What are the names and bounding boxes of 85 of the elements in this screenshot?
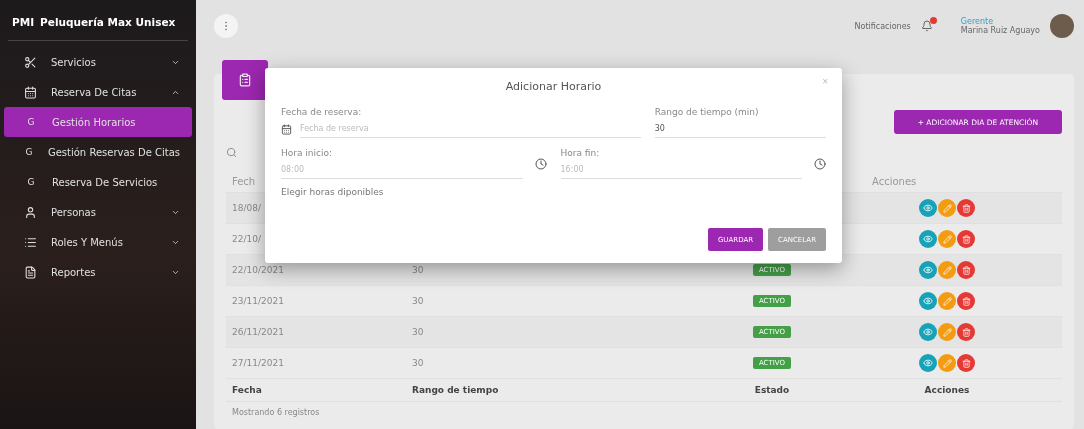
sidebar-item[interactable]: Servicios bbox=[4, 47, 192, 77]
clock-icon[interactable] bbox=[534, 157, 547, 170]
edit-button[interactable] bbox=[938, 292, 956, 310]
delete-button[interactable] bbox=[957, 292, 975, 310]
column-footer: Acciones bbox=[832, 385, 1062, 395]
delete-button[interactable] bbox=[957, 354, 975, 372]
field-label: Rango de tiempo (min) bbox=[654, 107, 760, 117]
pencil-icon bbox=[942, 265, 952, 275]
edit-button[interactable] bbox=[938, 199, 956, 217]
range-field[interactable]: 30 bbox=[654, 120, 826, 138]
edit-button[interactable] bbox=[938, 323, 956, 341]
table-cell-text: 26/11/2021 bbox=[231, 327, 285, 337]
avatar[interactable] bbox=[1050, 14, 1074, 38]
field-label: Hora inicio: bbox=[281, 148, 334, 158]
field-label: Fecha de reserva: bbox=[281, 107, 363, 117]
delete-button[interactable] bbox=[957, 261, 975, 279]
sidebar-item[interactable]: Roles Y Menús bbox=[4, 227, 192, 257]
sidebar-item[interactable]: Reportes bbox=[4, 257, 192, 287]
table-cell-text: 22/10/ bbox=[231, 234, 262, 244]
hint-text: Elegir horas diponibles bbox=[281, 187, 385, 197]
edit-button[interactable] bbox=[938, 354, 956, 372]
clock-icon[interactable] bbox=[814, 157, 826, 170]
time-field[interactable]: 16:00 bbox=[560, 161, 802, 179]
edit-button[interactable] bbox=[938, 230, 956, 248]
dialog-title: Adicionar Horario bbox=[505, 80, 602, 93]
delete-button[interactable] bbox=[957, 199, 975, 217]
column-header: Acciones bbox=[871, 175, 918, 187]
pencil-icon bbox=[942, 234, 952, 244]
sidebar-item[interactable]: G Gestión Horarios bbox=[4, 107, 192, 137]
eye-icon bbox=[923, 327, 933, 337]
edit-button[interactable] bbox=[938, 261, 956, 279]
list-icon bbox=[24, 235, 37, 249]
delete-button[interactable] bbox=[957, 230, 975, 248]
user-role: Gerente bbox=[960, 17, 995, 26]
trash-icon bbox=[961, 234, 971, 244]
eye-icon bbox=[923, 358, 933, 368]
pencil-icon bbox=[942, 327, 952, 337]
user-name: Marina Ruiz Aguayo bbox=[960, 26, 1040, 35]
time-field[interactable]: 08:00 bbox=[281, 161, 523, 179]
view-button[interactable] bbox=[919, 292, 937, 310]
view-button[interactable] bbox=[919, 354, 937, 372]
pencil-icon bbox=[942, 296, 952, 306]
scissors-icon bbox=[24, 55, 37, 69]
view-button[interactable] bbox=[919, 230, 937, 248]
eye-icon bbox=[923, 296, 933, 306]
column-header: Fech bbox=[231, 175, 257, 187]
column-footer: Fecha bbox=[226, 385, 406, 395]
field-label: Hora fin: bbox=[560, 148, 601, 158]
calendar-icon[interactable] bbox=[281, 123, 292, 135]
trash-icon bbox=[961, 358, 971, 368]
eye-icon bbox=[923, 265, 933, 275]
pencil-icon bbox=[942, 358, 952, 368]
trash-icon bbox=[961, 203, 971, 213]
person-icon bbox=[24, 205, 37, 219]
table-cell-text: 30 bbox=[411, 327, 425, 337]
brand-abbreviation: PMI bbox=[12, 16, 35, 28]
table-cell-text: 23/11/2021 bbox=[231, 296, 285, 306]
view-button[interactable] bbox=[919, 199, 937, 217]
table-cell-text: 22/10/2021 bbox=[231, 265, 285, 275]
view-button[interactable] bbox=[919, 323, 937, 341]
sidebar-item[interactable]: Personas bbox=[4, 197, 192, 227]
column-footer: Estado bbox=[712, 385, 832, 395]
trash-icon bbox=[961, 265, 971, 275]
trash-icon bbox=[961, 296, 971, 306]
sidebar-item[interactable]: G Reserva De Servicios bbox=[4, 167, 192, 197]
table-cell-text: 27/11/2021 bbox=[231, 358, 285, 368]
column-footer: Rango de tiempo bbox=[406, 385, 712, 395]
sidebar-item[interactable]: G Gestión Reservas De Citas bbox=[4, 137, 192, 167]
records-info: Mostrando 6 registros bbox=[231, 407, 321, 417]
table-cell-text: 30 bbox=[411, 358, 425, 368]
brand-name: Peluquería Max Unisex bbox=[40, 16, 176, 28]
delete-button[interactable] bbox=[957, 323, 975, 341]
view-button[interactable] bbox=[919, 261, 937, 279]
table-cell-text: 30 bbox=[411, 265, 425, 275]
document-icon bbox=[24, 265, 37, 279]
pencil-icon bbox=[942, 203, 952, 213]
trash-icon bbox=[961, 327, 971, 337]
calendar-icon bbox=[24, 85, 37, 99]
sidebar-item[interactable]: Reserva De Citas bbox=[4, 77, 192, 107]
eye-icon bbox=[923, 234, 933, 244]
search-icon[interactable] bbox=[226, 146, 237, 158]
eye-icon bbox=[923, 203, 933, 213]
table-cell-text: 30 bbox=[411, 296, 425, 306]
notifications-label[interactable]: Notificaciones bbox=[854, 21, 911, 31]
table-cell-text: 18/08/ bbox=[231, 203, 262, 213]
